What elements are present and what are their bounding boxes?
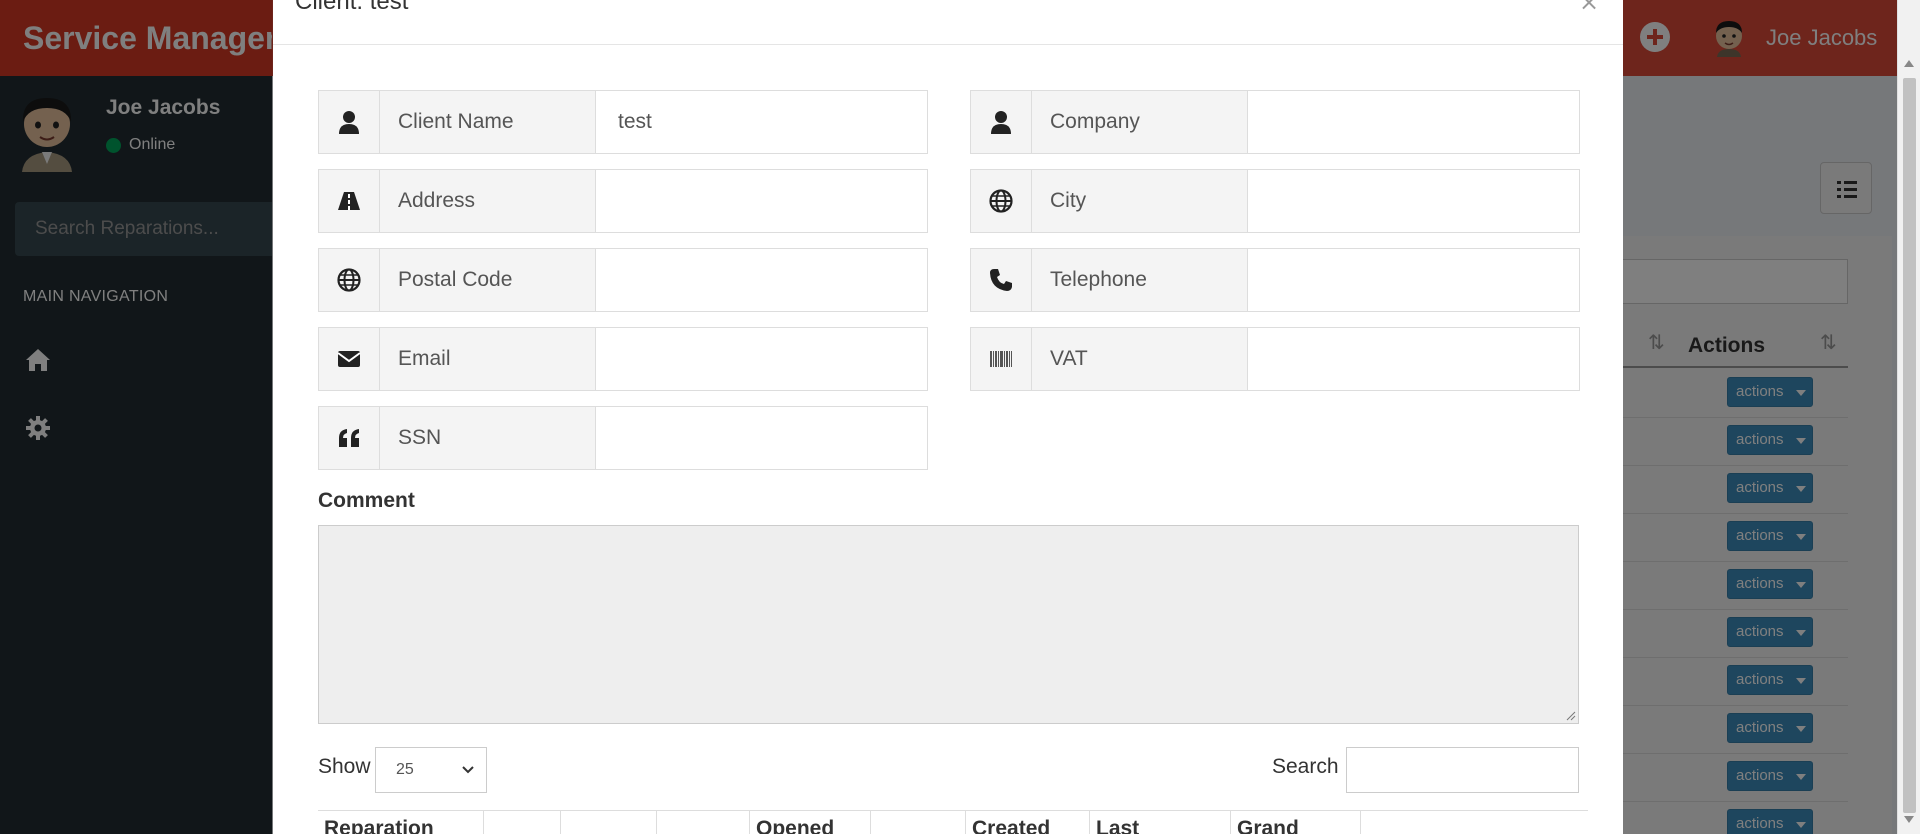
column-header[interactable] bbox=[657, 811, 750, 834]
vat-label: VAT bbox=[1032, 328, 1248, 390]
postal-code-input[interactable] bbox=[596, 249, 927, 311]
address-input[interactable] bbox=[596, 170, 927, 232]
city-label: City bbox=[1032, 170, 1248, 232]
city-input[interactable] bbox=[1248, 170, 1579, 232]
postal-code-label: Postal Code bbox=[380, 249, 596, 311]
ssn-input[interactable] bbox=[596, 407, 927, 469]
comment-label: Comment bbox=[318, 489, 415, 512]
column-header[interactable]: Created bbox=[966, 811, 1090, 834]
address-label: Address bbox=[380, 170, 596, 232]
city-field-group: City bbox=[970, 169, 1580, 233]
globe-icon bbox=[971, 170, 1032, 232]
show-label: Show bbox=[318, 755, 371, 778]
column-header[interactable] bbox=[871, 811, 966, 834]
reparations-table-header: Reparation Opened Created Last Grand bbox=[318, 810, 1588, 834]
ssn-label: SSN bbox=[380, 407, 596, 469]
close-icon[interactable]: × bbox=[1579, 0, 1599, 16]
phone-icon bbox=[971, 249, 1032, 311]
page-length-select[interactable]: 25 bbox=[375, 747, 487, 793]
telephone-label: Telephone bbox=[1032, 249, 1248, 311]
column-header[interactable]: Last bbox=[1090, 811, 1231, 834]
company-field-group: Company bbox=[970, 90, 1580, 154]
email-label: Email bbox=[380, 328, 596, 390]
client-name-input[interactable]: test bbox=[596, 91, 927, 153]
company-input[interactable] bbox=[1248, 91, 1579, 153]
page-length-value: 25 bbox=[396, 761, 414, 778]
telephone-input[interactable] bbox=[1248, 249, 1579, 311]
page-scrollbar[interactable] bbox=[1897, 0, 1920, 834]
scroll-up-arrow[interactable] bbox=[1904, 60, 1914, 67]
modal-title: Client: test bbox=[295, 0, 409, 15]
quote-icon bbox=[319, 407, 380, 469]
ssn-field-group: SSN bbox=[318, 406, 928, 470]
column-header[interactable]: Opened bbox=[750, 811, 871, 834]
client-name-field-group: Client Name test bbox=[318, 90, 928, 154]
telephone-field-group: Telephone bbox=[970, 248, 1580, 312]
address-field-group: Address bbox=[318, 169, 928, 233]
resize-handle-icon[interactable] bbox=[1564, 709, 1576, 721]
vat-input[interactable] bbox=[1248, 328, 1579, 390]
postal-code-field-group: Postal Code bbox=[318, 248, 928, 312]
envelope-icon bbox=[319, 328, 380, 390]
email-input[interactable] bbox=[596, 328, 927, 390]
modal-header: Client: test × bbox=[273, 0, 1623, 45]
search-input[interactable] bbox=[1346, 747, 1579, 793]
vat-field-group: VAT bbox=[970, 327, 1580, 391]
globe-icon bbox=[319, 249, 380, 311]
column-header[interactable]: Grand bbox=[1231, 811, 1361, 834]
comment-textarea[interactable] bbox=[318, 525, 1579, 724]
column-header[interactable] bbox=[484, 811, 561, 834]
barcode-icon bbox=[971, 328, 1032, 390]
scroll-down-arrow[interactable] bbox=[1904, 816, 1914, 823]
user-icon bbox=[971, 91, 1032, 153]
column-header[interactable] bbox=[561, 811, 657, 834]
search-label: Search bbox=[1272, 755, 1339, 778]
column-header[interactable]: Reparation bbox=[318, 811, 484, 834]
user-icon bbox=[319, 91, 380, 153]
company-label: Company bbox=[1032, 91, 1248, 153]
chevron-down-icon bbox=[462, 766, 474, 774]
client-name-label: Client Name bbox=[380, 91, 596, 153]
road-icon bbox=[319, 170, 380, 232]
scroll-thumb[interactable] bbox=[1903, 78, 1916, 813]
client-modal: Client: test × Client Name test Company Add… bbox=[273, 0, 1623, 834]
email-field-group: Email bbox=[318, 327, 928, 391]
